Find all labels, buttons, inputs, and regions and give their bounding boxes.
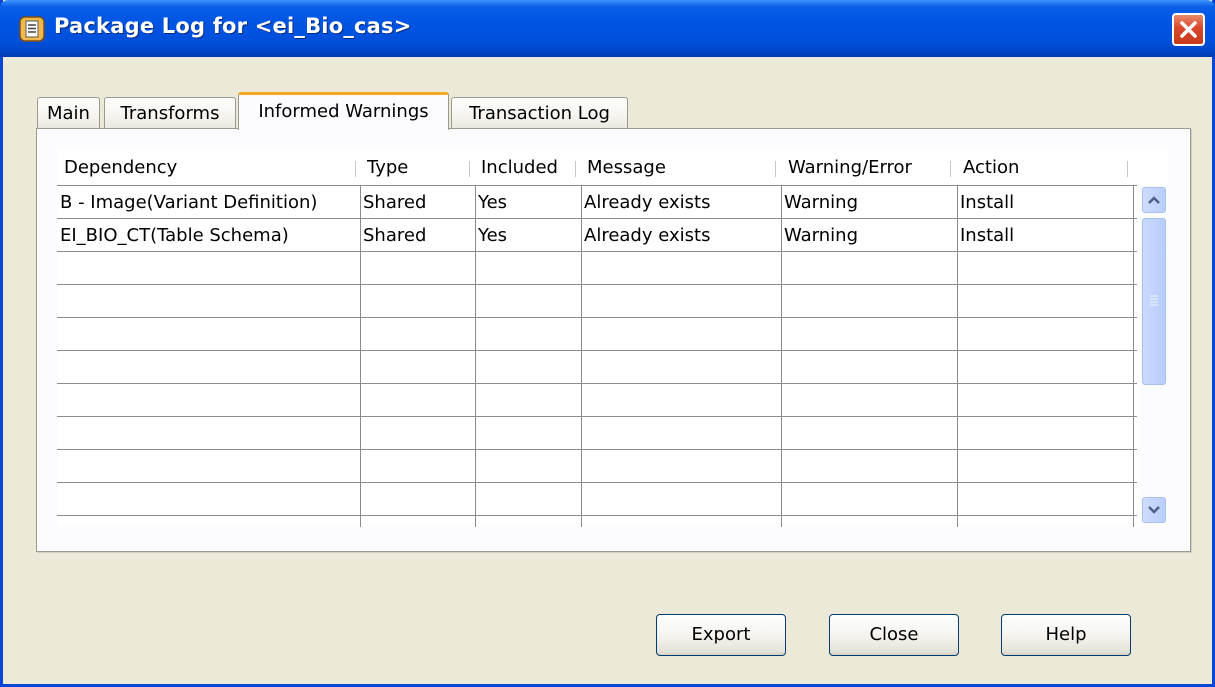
cell-warning-error: Warning bbox=[784, 192, 859, 213]
column-header-action[interactable]: Action bbox=[963, 149, 1113, 185]
table-row-empty bbox=[57, 516, 1137, 528]
column-divider[interactable] bbox=[1127, 161, 1128, 177]
table-row-empty bbox=[57, 384, 1137, 417]
close-button[interactable]: Close bbox=[829, 614, 959, 656]
table-row-empty bbox=[57, 318, 1137, 351]
tab-strip: Main Transforms Informed Warnings Transa… bbox=[37, 92, 737, 130]
tab-transaction-log[interactable]: Transaction Log bbox=[451, 97, 628, 130]
table-row-empty bbox=[57, 252, 1137, 285]
column-header-included[interactable]: Included bbox=[481, 149, 571, 185]
column-gridline bbox=[957, 185, 958, 527]
table-body: B - Image(Variant Definition) Shared Yes… bbox=[57, 185, 1137, 528]
warnings-table: Dependency Type Included Message Warning… bbox=[57, 149, 1168, 527]
title-bar[interactable]: Package Log for <ei_Bio_cas> bbox=[0, 0, 1215, 57]
table-row-empty bbox=[57, 351, 1137, 384]
column-header-warning-error[interactable]: Warning/Error bbox=[788, 149, 948, 185]
column-divider[interactable] bbox=[575, 161, 576, 177]
close-window-button[interactable] bbox=[1172, 13, 1205, 46]
column-divider[interactable] bbox=[355, 161, 356, 177]
column-gridline bbox=[781, 185, 782, 527]
column-header-type[interactable]: Type bbox=[367, 149, 467, 185]
column-divider[interactable] bbox=[950, 161, 951, 177]
cell-message: Already exists bbox=[584, 192, 711, 213]
column-gridline bbox=[360, 185, 361, 527]
cell-warning-error: Warning bbox=[784, 225, 859, 246]
cell-type: Shared bbox=[363, 225, 427, 246]
scroll-up-button[interactable] bbox=[1142, 187, 1166, 213]
cell-included: Yes bbox=[478, 225, 508, 246]
table-header: Dependency Type Included Message Warning… bbox=[57, 149, 1137, 185]
cell-action: Install bbox=[960, 192, 1015, 213]
cell-type: Shared bbox=[363, 192, 427, 213]
cell-message: Already exists bbox=[584, 225, 711, 246]
close-icon bbox=[1180, 21, 1197, 38]
column-header-dependency[interactable]: Dependency bbox=[64, 149, 354, 185]
cell-dependency: EI_BIO_CT(Table Schema) bbox=[60, 225, 289, 246]
tab-transforms[interactable]: Transforms bbox=[104, 97, 236, 130]
package-log-icon bbox=[19, 16, 45, 42]
table-row-empty bbox=[57, 285, 1137, 318]
table-row-empty bbox=[57, 450, 1137, 483]
column-divider[interactable] bbox=[775, 161, 776, 177]
export-button[interactable]: Export bbox=[656, 614, 786, 656]
informed-warnings-panel: Dependency Type Included Message Warning… bbox=[36, 128, 1191, 552]
column-gridline bbox=[1133, 185, 1134, 527]
window-title: Package Log for <ei_Bio_cas> bbox=[54, 14, 412, 38]
column-divider[interactable] bbox=[469, 161, 470, 177]
column-header-message[interactable]: Message bbox=[587, 149, 777, 185]
grip-icon bbox=[1150, 295, 1158, 306]
cell-included: Yes bbox=[478, 192, 508, 213]
tab-informed-warnings[interactable]: Informed Warnings bbox=[238, 92, 449, 130]
help-button[interactable]: Help bbox=[1001, 614, 1131, 656]
column-gridline bbox=[475, 185, 476, 527]
table-row-empty bbox=[57, 417, 1137, 450]
scroll-down-button[interactable] bbox=[1142, 497, 1166, 523]
table-row[interactable]: B - Image(Variant Definition) Shared Yes… bbox=[57, 186, 1137, 219]
chevron-up-icon bbox=[1148, 196, 1160, 204]
table-row-empty bbox=[57, 483, 1137, 516]
package-log-dialog: Package Log for <ei_Bio_cas> Main Transf… bbox=[0, 0, 1215, 687]
cell-action: Install bbox=[960, 225, 1015, 246]
cell-dependency: B - Image(Variant Definition) bbox=[60, 192, 318, 213]
tab-main[interactable]: Main bbox=[37, 97, 100, 130]
vertical-scrollbar[interactable] bbox=[1140, 185, 1168, 527]
table-row[interactable]: EI_BIO_CT(Table Schema) Shared Yes Alrea… bbox=[57, 219, 1137, 252]
column-gridline bbox=[581, 185, 582, 527]
chevron-down-icon bbox=[1148, 506, 1160, 514]
scroll-thumb[interactable] bbox=[1142, 218, 1166, 385]
